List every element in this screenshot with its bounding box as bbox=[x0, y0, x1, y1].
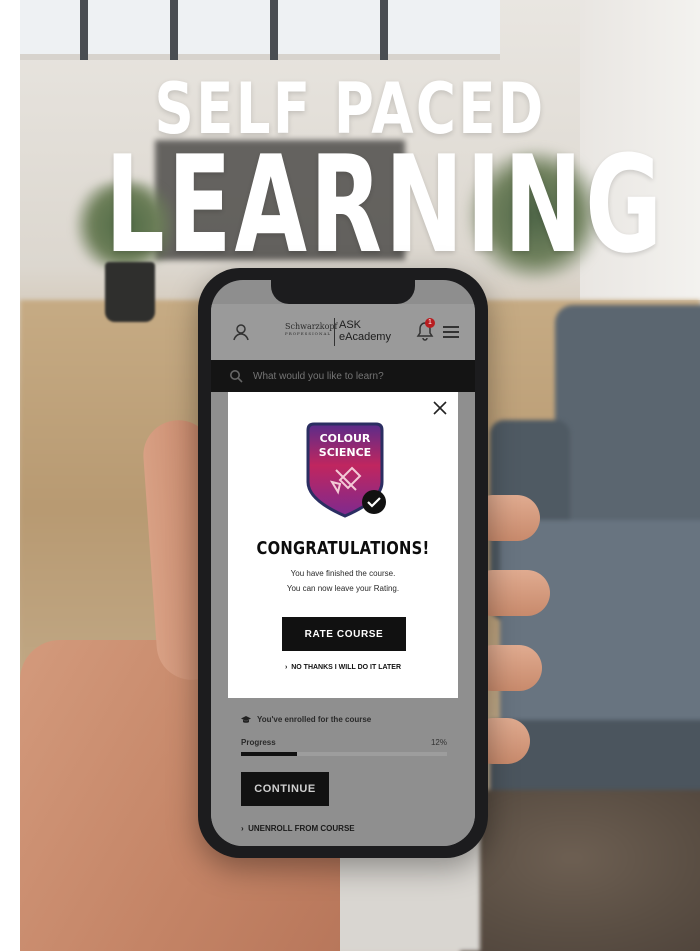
badge-line2: SCIENCE bbox=[319, 446, 371, 459]
course-badge-icon: COLOUR SCIENCE bbox=[306, 422, 386, 518]
progress-value: 12% bbox=[430, 738, 447, 747]
search-icon bbox=[230, 370, 243, 383]
hamburger-menu-icon[interactable] bbox=[443, 326, 459, 338]
unenroll-link[interactable]: › UNENROLL FROM COURSE bbox=[241, 824, 355, 833]
user-icon[interactable] bbox=[231, 322, 251, 342]
smartphone: Schwarzkopf PROFESSIONAL ASK eAcademy 1 bbox=[198, 268, 488, 858]
headline-line2: LEARNING bbox=[105, 127, 665, 283]
no-thanks-link[interactable]: › NO THANKS I WILL DO IT LATER bbox=[228, 664, 458, 671]
notification-badge: 1 bbox=[425, 318, 435, 328]
brand-logo[interactable]: Schwarzkopf PROFESSIONAL bbox=[285, 322, 338, 336]
rug bbox=[460, 790, 700, 951]
graduation-cap-icon bbox=[241, 715, 251, 723]
no-thanks-label: NO THANKS I WILL DO IT LATER bbox=[291, 664, 402, 671]
search-bar bbox=[211, 360, 475, 392]
product-line2: eAcademy bbox=[339, 331, 391, 343]
search-input[interactable] bbox=[253, 367, 453, 385]
dialog-message-line1: You have finished the course. bbox=[290, 569, 396, 578]
dialog-message-line2: You can now leave your Rating. bbox=[286, 584, 400, 593]
product-line1: ASK bbox=[339, 319, 362, 331]
badge-line1: COLOUR bbox=[320, 432, 371, 445]
sofa-seat bbox=[500, 520, 700, 730]
enrolled-status: You've enrolled for the course bbox=[241, 715, 371, 724]
brand-name: Schwarzkopf bbox=[285, 322, 338, 331]
enrolled-text: You've enrolled for the course bbox=[257, 715, 372, 724]
phone-notch bbox=[271, 280, 415, 304]
app-header: Schwarzkopf PROFESSIONAL ASK eAcademy 1 bbox=[211, 304, 475, 360]
rate-course-button[interactable]: RATE COURSE bbox=[282, 617, 406, 651]
dialog-title: CONGRATULATIONS! bbox=[256, 538, 430, 559]
window bbox=[20, 0, 500, 60]
sofa-back bbox=[555, 305, 700, 545]
progress-bar-fill bbox=[241, 752, 297, 756]
phone-screen: Schwarzkopf PROFESSIONAL ASK eAcademy 1 bbox=[211, 280, 475, 846]
continue-button[interactable]: CONTINUE bbox=[241, 772, 329, 806]
congratulations-dialog: COLOUR SCIENCE CONGRATULATIONS! You have… bbox=[228, 392, 458, 698]
product-logo[interactable]: ASK eAcademy bbox=[339, 319, 391, 343]
brand-sub: PROFESSIONAL bbox=[285, 331, 331, 336]
logo-divider bbox=[334, 318, 335, 346]
progress-bar bbox=[241, 752, 447, 756]
unenroll-label: UNENROLL FROM COURSE bbox=[248, 824, 355, 833]
progress-label: Progress bbox=[241, 738, 276, 747]
close-icon[interactable] bbox=[432, 400, 448, 416]
